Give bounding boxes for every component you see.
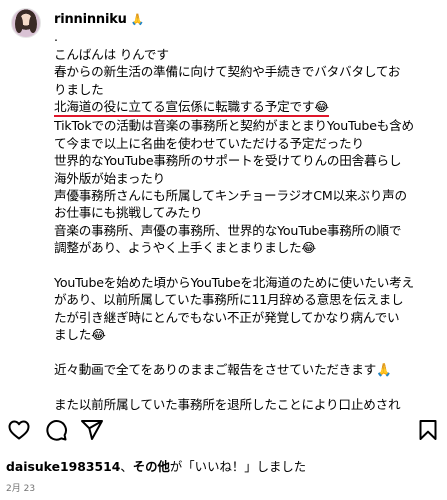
caption-line bbox=[54, 344, 442, 361]
highlighted-text: 北海道の役に立てる宣伝係に転職する予定です😂 bbox=[54, 98, 329, 118]
caption-line bbox=[54, 379, 442, 396]
caption: rinninniku 🙏 . こんばんは りんです春からの新生活の準備に向けて契約… bbox=[54, 10, 442, 412]
heart-icon[interactable] bbox=[7, 418, 31, 442]
caption-line: りました bbox=[54, 81, 104, 97]
caption-line: YouTubeを始めた頃からYouTubeを北海道のために使いたい考え bbox=[54, 275, 414, 291]
avatar[interactable] bbox=[11, 8, 41, 38]
caption-line: 世界的なYouTube事務所のサポートを受けてりんの田舎暮らし bbox=[54, 153, 402, 169]
post-date: 2月 23 bbox=[6, 484, 36, 494]
caption-line: て今まで以上に名曲を使わせていただける予定だったり bbox=[54, 135, 364, 151]
caption-line: TikTokでの活動は音楽の事務所と契約がまとまりYouTubeも含め bbox=[54, 118, 414, 134]
username-emoji: 🙏 bbox=[130, 13, 145, 26]
caption-line: こんばんは りんです bbox=[54, 46, 169, 62]
caption-line: たが引き継ぎ時にとんでもない不正が発覚してかなり病んでい bbox=[54, 309, 400, 325]
action-bar bbox=[0, 412, 447, 448]
caption-line: 声優事務所さんにも所属してキンチョーラジオCM以来ぶり声の bbox=[54, 188, 407, 204]
liked-by-user[interactable]: daisuke1983514 bbox=[6, 459, 120, 474]
bookmark-icon[interactable] bbox=[416, 418, 440, 442]
caption-line: 調整があり、ようやく上手くまとまりました😂 bbox=[54, 240, 316, 256]
caption-line: 海外版が始まったり bbox=[54, 170, 166, 186]
caption-line: お仕事にも挑戦してみたり bbox=[54, 205, 203, 221]
caption-line: また以前所属していた事務所を退所したことにより口止めされ bbox=[54, 396, 401, 412]
caption-line: 音楽の事務所、声優の事務所、世界的なYouTube事務所の順で bbox=[54, 222, 402, 238]
caption-lines: . こんばんは りんです春からの新生活の準備に向けて契約や手続きでバタバタしており… bbox=[54, 28, 442, 412]
caption-line: 近々動画で全てをありのままご報告をさせていただきます🙏 bbox=[54, 362, 392, 378]
likes-suffix: が「いいね！」しました bbox=[169, 459, 307, 474]
share-icon[interactable] bbox=[80, 418, 104, 442]
post-body: rinninniku 🙏 . こんばんは りんです春からの新生活の準備に向けて契約… bbox=[0, 0, 447, 412]
caption-line: ました😂 bbox=[54, 327, 106, 343]
comment-icon[interactable] bbox=[44, 418, 68, 442]
likes-separator: 、 bbox=[120, 459, 133, 474]
caption-line: があり、以前所属していた事務所に11月辞める意思を伝えまし bbox=[54, 292, 404, 308]
caption-line: 春からの新生活の準備に向けて契約や手続きでバタバタしてお bbox=[54, 64, 401, 80]
likes-others-link[interactable]: その他 bbox=[133, 459, 170, 474]
caption-line: 北海道の役に立てる宣伝係に転職する予定です😂 bbox=[54, 98, 442, 118]
caption-line: . bbox=[54, 29, 58, 45]
likes-summary: daisuke1983514、その他が「いいね！」しました bbox=[6, 457, 306, 475]
username[interactable]: rinninniku bbox=[54, 12, 127, 27]
caption-line bbox=[54, 257, 442, 274]
